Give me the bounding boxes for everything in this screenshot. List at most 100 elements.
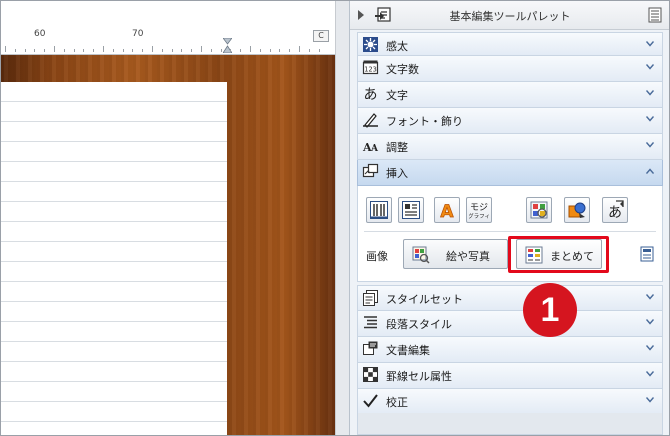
chevron-down-icon [646,64,654,70]
ruler-mark-70: 70 [132,29,144,39]
ruler-tick [269,49,271,52]
ruler-tick [308,49,310,52]
table-tool-icon [402,201,420,219]
columns-tool-button[interactable] [366,197,392,223]
ruler-tick [181,49,183,52]
image-list-icon[interactable] [640,246,654,262]
section-label: 罫線セル属性 [386,370,452,383]
section-proofread[interactable]: 校正 [357,389,663,415]
chevron-down-icon [646,116,654,122]
editor-top-strip [1,1,335,28]
section-label: 挿入 [386,167,408,180]
section-label: 段落スタイル [386,318,452,331]
document-editor[interactable]: 60 70 C [1,1,335,435]
kana-tool-button[interactable]: あ [602,197,628,223]
hiragana-a-icon: あ [364,87,378,102]
columns-tool-icon [370,201,388,219]
ruler-tick [250,46,251,52]
wordart-tool-button[interactable]: A [434,197,460,223]
tool-palette: 基本編集ツールパレット 感太 123 文字数 あ 文字 フォント・飾り A A … [349,1,669,435]
ruler-tick [122,49,124,52]
kanta-icon [363,37,378,52]
ruler-tick [142,49,144,52]
combined-button-highlight [508,236,609,273]
ruler-tick [259,49,261,52]
section-text[interactable]: あ 文字 [357,82,663,108]
style-set-icon [363,290,378,306]
picture-photo-button[interactable]: 絵や写真 [403,239,508,269]
insert-icon [362,163,379,178]
proofread-check-icon [363,394,378,408]
section-paragraph-style[interactable]: 段落スタイル [357,311,663,337]
section-label: 文書編集 [386,344,430,357]
document-edit-icon [363,341,378,355]
section-insert[interactable]: 挿入 [357,160,663,186]
paragraph-style-icon [364,316,377,329]
shape-tool-button[interactable] [564,197,590,223]
svg-text:モジ: モジ [470,203,488,213]
section-label: 文字数 [386,63,419,76]
chevron-down-icon [646,345,654,351]
insert-divider [364,231,656,232]
ruler-tick [132,49,134,52]
ruler-tick [240,49,242,52]
ruler-tick [318,49,320,52]
picture-icon [412,246,430,264]
ruler-tick [220,49,222,52]
image-row-label: 画像 [366,250,388,263]
ruler-corner-button[interactable]: C [313,30,329,42]
svg-text:A: A [440,202,454,220]
ruler-tick [171,49,173,52]
section-ruled-cell[interactable]: 罫線セル属性 [357,363,663,389]
section-label: 調整 [386,141,408,154]
document-page[interactable] [1,82,227,435]
panel-splitter[interactable] [335,1,350,435]
chevron-up-icon [646,168,654,174]
ruler-tick [299,46,300,52]
section-adjust[interactable]: A A 調整 [357,134,663,160]
ruler-tick [112,49,114,52]
table-tool-button[interactable] [398,197,424,223]
ruler-tick [161,49,163,52]
chevron-down-icon [646,90,654,96]
ruler-tick [24,49,26,52]
chevron-down-icon [646,397,654,403]
ruler-tick [5,46,6,52]
svg-text:A: A [370,144,379,154]
section-label: 校正 [386,396,408,409]
image-grid-tool-icon [530,201,548,219]
text-adjust-icon: A A [362,141,379,154]
chevron-down-icon [646,294,654,300]
ruler-tick [152,46,153,52]
svg-text:123: 123 [364,66,377,74]
svg-text:あ: あ [608,205,622,220]
section-style-set[interactable]: スタイルセット [357,285,663,311]
ruler-tick [83,49,85,52]
ruler-tick [14,49,16,52]
ruler-mark-60: 60 [34,29,46,39]
section-character-count[interactable]: 123 文字数 [357,56,663,82]
app-window: 60 70 C 基本編集ツールパレット 感太 123 文字数 あ 文字 フォント… [0,0,670,436]
section-font-decoration[interactable]: フォント・飾り [357,108,663,134]
chevron-down-icon [646,142,654,148]
palette-title: 基本編集ツールパレット [449,10,571,23]
horizontal-ruler[interactable]: 60 70 C [1,28,335,55]
ruler-tick [93,49,95,52]
step-callout-badge: 1 [523,283,577,337]
ruler-tick [44,49,46,52]
section-kanta[interactable]: 感太 [357,32,663,56]
svg-text:グラフィ: グラフィ [469,212,489,220]
palette-header: 基本編集ツールパレット [350,1,669,30]
image-grid-tool-button[interactable] [526,197,552,223]
palette-footer [357,413,663,435]
section-label: 文字 [386,89,408,102]
shape-tool-icon [568,202,586,218]
mojigraphy-tool-icon: モジ グラフィ [469,203,489,220]
palette-menu-icon[interactable] [648,7,662,23]
chevron-down-icon [646,41,654,47]
ruler-tick [210,49,212,52]
ruled-cell-icon [363,367,378,382]
section-document-edit[interactable]: 文書編集 [357,337,663,363]
chevron-down-icon [646,371,654,377]
mojigraphy-tool-button[interactable]: モジ グラフィ [466,197,492,223]
